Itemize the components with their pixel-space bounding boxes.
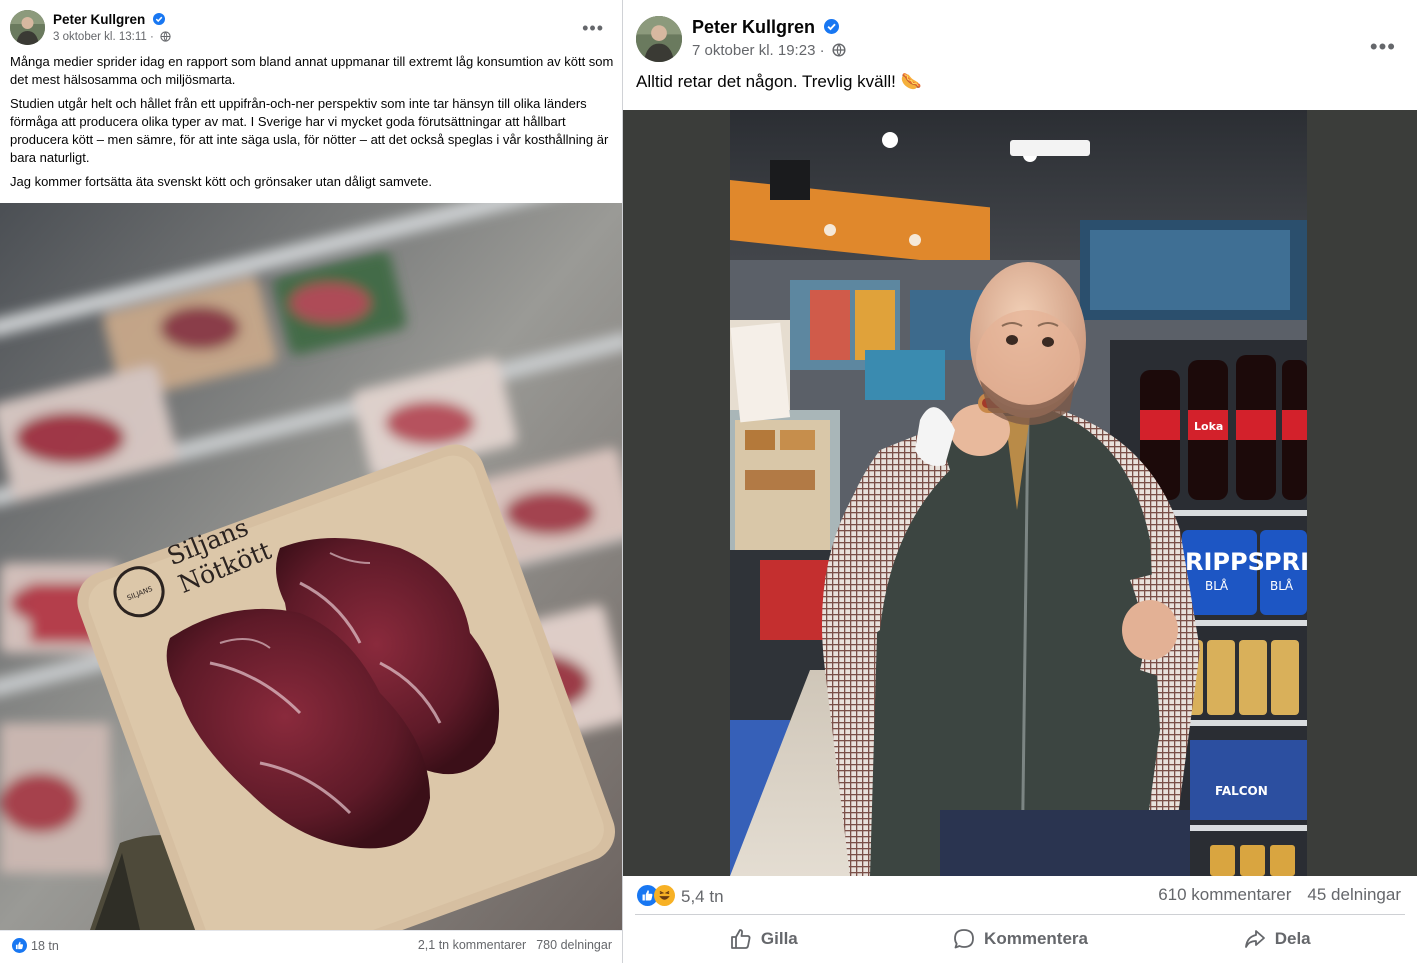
post-paragraph: Studien utgår helt och hållet från ett u… [10, 96, 609, 165]
like-button-label[interactable]: Gilla [761, 929, 798, 949]
shelf-sign-pri: PRI [1264, 548, 1307, 576]
reaction-summary[interactable]: 5,4 tn [637, 885, 724, 911]
verified-badge-icon [153, 13, 166, 28]
share-count[interactable]: 45 delningar [1307, 885, 1401, 904]
author-name-text[interactable]: Peter Kullgren [692, 17, 815, 37]
post-text: Många medier sprider idag en rapport som… [10, 53, 615, 197]
post-text: Alltid retar det någon. Trevlig kväll! 🌭 [636, 72, 922, 91]
bottle-label: Loka [1194, 420, 1223, 433]
reaction-count[interactable]: 18 tn [31, 939, 59, 953]
more-options-icon[interactable]: ••• [582, 18, 604, 39]
post-stats-bar: 18 tn 2,1 tn kommentarer 780 delningar [0, 930, 622, 963]
post-photo[interactable]: Siljans Nötkött SILJANS [0, 203, 622, 930]
reaction-count[interactable]: 5,4 tn [681, 887, 724, 906]
post-photo[interactable]: Loka RIPPS BLÅ PRI BLÅ FALCON [730, 110, 1307, 876]
share-arrow-icon [1244, 930, 1265, 948]
engagement-counts: 2,1 tn kommentarer 780 delningar [418, 938, 612, 952]
author-avatar[interactable] [636, 16, 682, 62]
post-paragraph: Jag kommer fortsätta äta svenskt kött oc… [10, 174, 432, 189]
comment-button[interactable]: Kommentera [892, 915, 1149, 963]
verified-badge-icon [824, 18, 840, 39]
post-date-text[interactable]: 3 oktober kl. 13:11 [53, 31, 147, 43]
like-reaction-icon [12, 938, 27, 956]
thumbs-up-icon [731, 929, 751, 949]
post-timestamp[interactable]: 7 oktober kl. 19:23 · [692, 42, 846, 61]
engagement-counts: 610 kommentarer 45 delningar [1158, 885, 1401, 905]
post-date-text[interactable]: 7 oktober kl. 19:23 [692, 42, 815, 59]
author-name[interactable]: Peter Kullgren [53, 12, 166, 28]
post-timestamp[interactable]: 3 oktober kl. 13:11 · [53, 31, 171, 45]
shelf-sign-pri-sub: BLÅ [1270, 578, 1294, 593]
post-photo-frame: Loka RIPPS BLÅ PRI BLÅ FALCON [623, 110, 1417, 876]
shelf-sign-ripps: RIPPS [1185, 548, 1265, 576]
post-left: Peter Kullgren 3 oktober kl. 13:11 · •••… [0, 0, 622, 963]
author-name-text[interactable]: Peter Kullgren [53, 12, 145, 27]
share-button[interactable]: Dela [1148, 915, 1405, 963]
post-right: Peter Kullgren 7 oktober kl. 19:23 · •••… [623, 0, 1417, 963]
post-action-bar: Gilla Kommentera Dela [635, 914, 1405, 963]
more-options-icon[interactable]: ••• [1370, 34, 1396, 60]
shelf-sign-ripps-sub: BLÅ [1205, 578, 1229, 593]
globe-icon [832, 43, 846, 61]
post-paragraph: Många medier sprider idag en rapport som… [10, 54, 614, 87]
author-avatar[interactable] [10, 10, 45, 45]
like-button[interactable]: Gilla [635, 915, 892, 963]
share-count[interactable]: 780 delningar [536, 938, 612, 952]
haha-reaction-icon [654, 885, 675, 911]
comment-count[interactable]: 610 kommentarer [1158, 885, 1291, 904]
hotdog-store-photo: Loka RIPPS BLÅ PRI BLÅ FALCON [730, 110, 1307, 876]
meat-package-photo: Siljans Nötkött SILJANS [0, 203, 622, 930]
post-stats-bar: 5,4 tn 610 kommentarer 45 delningar [623, 876, 1417, 916]
cooler-label: FALCON [1215, 784, 1268, 798]
share-button-label[interactable]: Dela [1275, 929, 1311, 949]
author-name[interactable]: Peter Kullgren [692, 17, 840, 39]
post-header: Peter Kullgren 3 oktober kl. 13:11 · ••• [10, 10, 610, 50]
comment-count[interactable]: 2,1 tn kommentarer [418, 938, 526, 952]
globe-icon [160, 31, 171, 45]
comment-button-label[interactable]: Kommentera [984, 929, 1088, 949]
post-header: Peter Kullgren 7 oktober kl. 19:23 · ••• [636, 16, 1406, 64]
reaction-summary[interactable]: 18 tn [12, 938, 59, 956]
comment-bubble-icon [954, 929, 974, 949]
